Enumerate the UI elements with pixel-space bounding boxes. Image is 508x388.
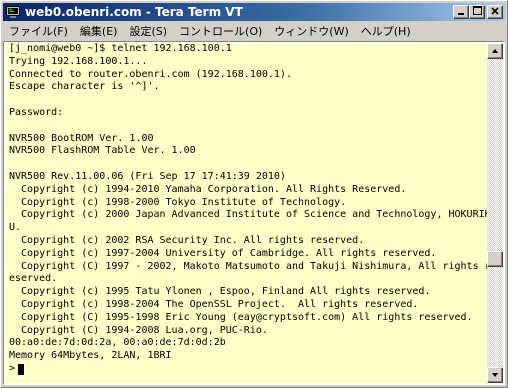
menu-setup[interactable]: 設定(S) [123, 22, 173, 41]
terminal-line: Escape character is '^]'. [9, 81, 160, 93]
close-icon [491, 6, 499, 18]
scrollbar-thumb[interactable] [487, 251, 503, 267]
terminal-line: eserved. [9, 273, 58, 285]
terminal-line: Connected to router.obenri.com (192.168.… [9, 68, 292, 80]
terminal-prompt: > [9, 362, 16, 374]
terminal-line: NVR500 Rev.11.00.06 (Fri Sep 17 17:41:39… [9, 170, 286, 182]
menu-bar: ファイル(F) 編集(E) 設定(S) コントロール(O) ウィンドウ(W) ヘ… [3, 22, 505, 41]
minimize-icon [457, 7, 465, 18]
terminal-line: Copyright (c) 1994-2010 Yamaha Corporati… [9, 183, 407, 195]
terminal-line: 00:a0:de:7d:0d:2a, 00:a0:de:7d:0d:2b [9, 337, 226, 349]
terminal-line: Trying 192.168.100.1... [9, 55, 148, 67]
terminal-line: Memory 64Mbytes, 2LAN, 1BRI [9, 350, 172, 362]
terminal-line: Copyright (C) 1995-1998 Eric Young (eay@… [9, 311, 473, 323]
terminal-line: Copyright (C) 1997 - 2002, Makoto Matsum… [9, 260, 488, 272]
menu-edit[interactable]: 編集(E) [74, 22, 124, 41]
terminal-line: Copyright (c) 1997-2004 University of Ca… [9, 247, 437, 259]
maximize-icon [472, 6, 482, 18]
terminal-prompt-line: > [6, 363, 488, 376]
terminal-line: NVR500 BootROM Ver. 1.00 [9, 132, 154, 144]
scroll-down-button[interactable] [487, 367, 503, 383]
terminal-line: [j_nomi@web0 ~]$ telnet 192.168.100.1 [9, 43, 232, 54]
terminal-line: Copyright (c) 2002 RSA Security Inc. All… [9, 234, 365, 246]
terminal-line: NVR500 FlashROM Table Ver. 1.00 [9, 145, 196, 157]
arrow-down-icon [492, 373, 498, 377]
close-button[interactable] [487, 5, 503, 19]
window-controls [453, 5, 503, 19]
tera-term-window: web0.obenri.com - Tera Term VT ファイル(F) 編… [0, 0, 508, 388]
menu-file[interactable]: ファイル(F) [3, 22, 74, 41]
vertical-scrollbar[interactable] [487, 43, 503, 383]
terminal-line: Copyright (c) 1998-2000 Tokyo Institute … [9, 196, 347, 208]
menu-help[interactable]: ヘルプ(H) [355, 22, 417, 41]
terminal-line: U. [9, 222, 22, 234]
minimize-button[interactable] [453, 5, 469, 19]
tera-term-icon[interactable] [5, 5, 21, 19]
terminal-line: Password: [9, 106, 64, 118]
text-cursor [18, 363, 25, 375]
maximize-button[interactable] [469, 5, 485, 19]
scroll-up-button[interactable] [487, 43, 503, 59]
terminal-output[interactable]: [j_nomi@web0 ~]$ telnet 192.168.100.1 Tr… [6, 43, 488, 383]
window-title: web0.obenri.com - Tera Term VT [25, 5, 243, 19]
title-bar[interactable]: web0.obenri.com - Tera Term VT [3, 3, 505, 21]
terminal-line: Copyright (c) 1998-2004 The OpenSSL Proj… [9, 298, 419, 310]
terminal-frame: [j_nomi@web0 ~]$ telnet 192.168.100.1 Tr… [3, 41, 505, 385]
arrow-up-icon [492, 49, 498, 53]
menu-control[interactable]: コントロール(O) [173, 22, 268, 41]
terminal-line: Copyright (c) 1995 Tatu Ylonen , Espoo, … [9, 286, 431, 298]
terminal-line: Copyright (C) 1994-2008 Lua.org, PUC-Rio… [9, 324, 268, 336]
menu-window[interactable]: ウィンドウ(W) [268, 22, 354, 41]
terminal-line: Copyright (c) 2000 Japan Advanced Instit… [9, 209, 488, 221]
